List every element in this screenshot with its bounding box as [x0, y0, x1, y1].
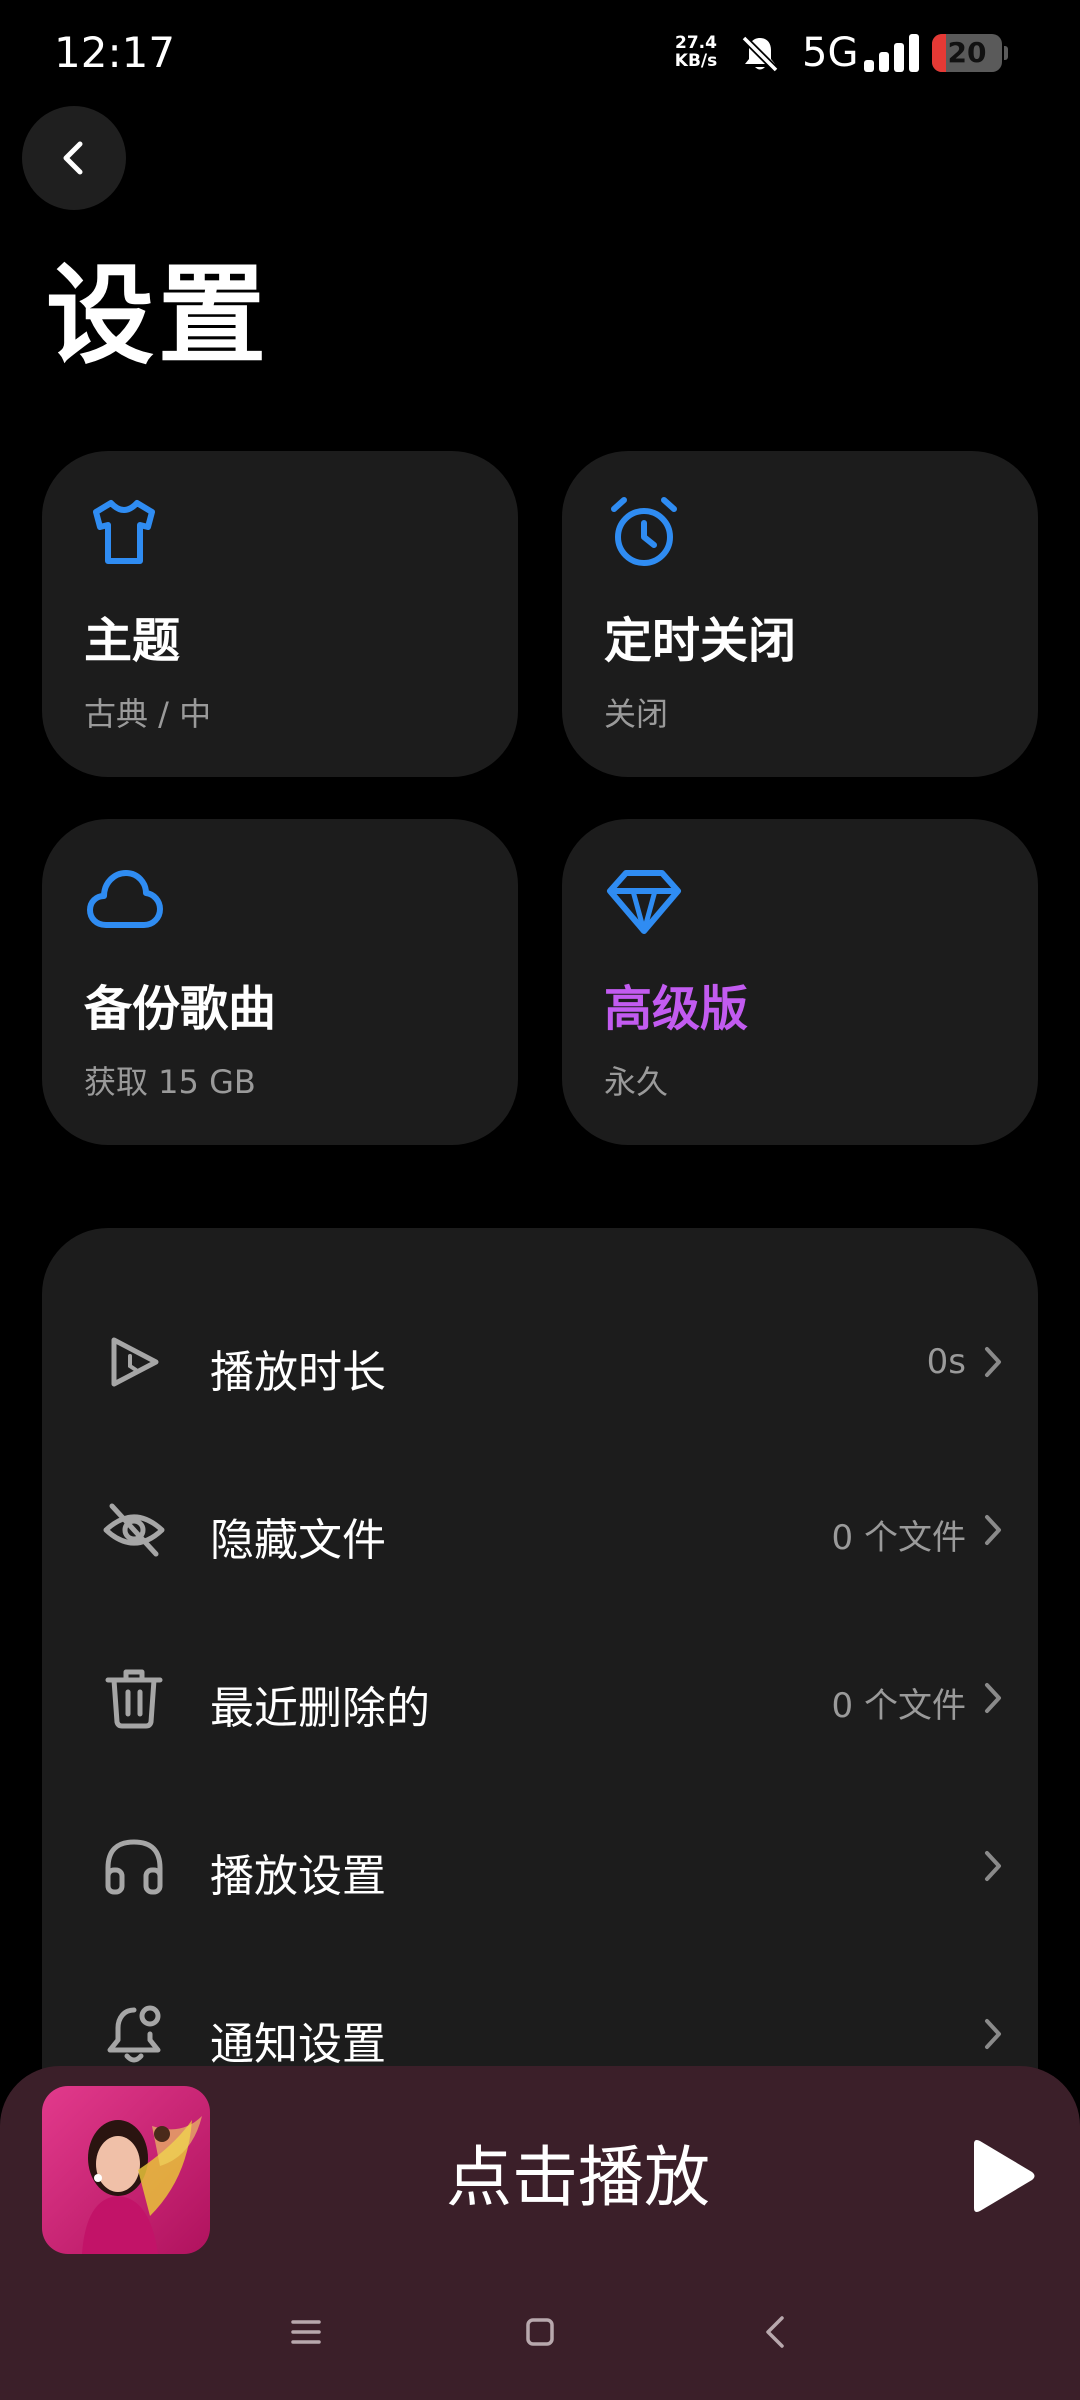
- page-title: 设置: [46, 254, 271, 379]
- network-speed-value: 27.4: [675, 33, 717, 53]
- back-button[interactable]: [22, 106, 126, 210]
- player-title[interactable]: 点击播放: [240, 2124, 916, 2220]
- bell-notification-icon: [107, 2005, 161, 2063]
- sleep-timer-title: 定时关闭: [604, 613, 797, 669]
- tshirt-icon: [93, 500, 155, 564]
- status-time: 12:17: [54, 28, 176, 77]
- list-item-playback-settings[interactable]: 播放设置: [42, 1782, 1038, 1950]
- sleep-timer-card[interactable]: 定时关闭 关闭: [562, 451, 1038, 777]
- premium-card[interactable]: 高级版 永久: [562, 819, 1038, 1145]
- eye-off-icon: [103, 1503, 165, 1557]
- battery-icon: 20: [932, 34, 1008, 72]
- network-speed: 27.4 KB/s: [668, 34, 724, 70]
- play-icon[interactable]: [960, 2136, 1040, 2216]
- theme-card[interactable]: 主题 古典 / 中: [42, 451, 518, 777]
- backup-subtitle: 获取 15 GB: [84, 1063, 256, 1101]
- play-duration-icon: [111, 1337, 159, 1387]
- album-art[interactable]: [42, 2086, 210, 2254]
- list-item-label: 隐藏文件: [210, 1515, 386, 1566]
- chevron-right-icon: [985, 1851, 1001, 1881]
- premium-subtitle: 永久: [604, 1063, 669, 1101]
- list-item-label: 播放时长: [210, 1347, 386, 1398]
- signal-icon: [864, 34, 919, 72]
- chevron-right-icon: [985, 2019, 1001, 2049]
- settings-screen: 12:17 27.4 KB/s 5G 20 设置 主题 古典 / 中 定时关闭 …: [0, 0, 1080, 2400]
- list-item-hidden-files[interactable]: 隐藏文件 0 个文件: [42, 1446, 1038, 1614]
- battery-level: 20: [947, 36, 987, 69]
- backup-card[interactable]: 备份歌曲 获取 15 GB: [42, 819, 518, 1145]
- arrow-left-icon: [63, 141, 83, 175]
- sleep-timer-subtitle: 关闭: [604, 695, 669, 733]
- battery-tip: [1004, 46, 1008, 60]
- navigation-bar: [0, 2280, 1080, 2400]
- list-item-label: 播放设置: [210, 1851, 386, 1902]
- network-type: 5G: [802, 30, 859, 76]
- list-item-value: 0 个文件: [831, 1686, 966, 1726]
- list-item-value: 0s: [926, 1342, 966, 1382]
- chevron-right-icon: [985, 1683, 1001, 1713]
- album-art-image: [42, 2086, 210, 2254]
- list-item-label: 最近删除的: [210, 1683, 430, 1734]
- alarm-clock-icon: [611, 497, 677, 566]
- theme-title: 主题: [84, 613, 181, 669]
- chevron-right-icon: [985, 1347, 1001, 1377]
- menu-icon[interactable]: [276, 2302, 336, 2362]
- diamond-icon: [607, 870, 681, 934]
- list-item-play-duration[interactable]: 播放时长 0s: [42, 1278, 1038, 1446]
- premium-title: 高级版: [604, 981, 749, 1037]
- bell-off-icon: [741, 35, 779, 73]
- headphones-icon: [105, 1839, 163, 1895]
- status-bar: 12:17 27.4 KB/s 5G 20: [0, 0, 1080, 110]
- home-icon[interactable]: [510, 2302, 570, 2362]
- theme-subtitle: 古典 / 中: [84, 695, 212, 733]
- list-item-label: 通知设置: [210, 2019, 386, 2070]
- list-item-recently-deleted[interactable]: 最近删除的 0 个文件: [42, 1614, 1038, 1782]
- network-speed-unit: KB/s: [674, 51, 718, 71]
- trash-icon: [105, 1669, 163, 1729]
- list-item-value: 0 个文件: [831, 1518, 966, 1558]
- cloud-icon: [87, 870, 163, 928]
- chevron-right-icon: [985, 1515, 1001, 1545]
- back-icon[interactable]: [746, 2302, 806, 2362]
- battery-body: 20: [932, 34, 1002, 72]
- backup-title: 备份歌曲: [84, 981, 277, 1037]
